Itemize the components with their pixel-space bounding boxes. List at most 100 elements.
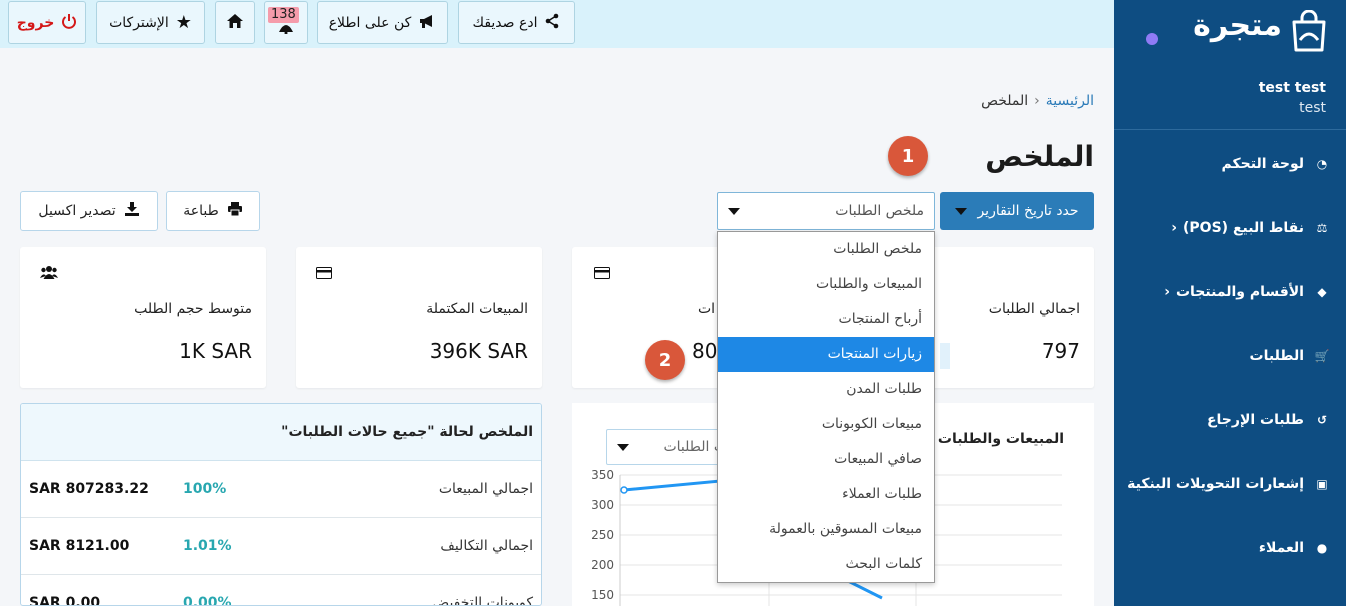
download-icon: [124, 202, 140, 220]
caret-down-icon: [617, 443, 629, 451]
dropdown-option[interactable]: زيارات المنتجات: [718, 337, 934, 372]
chart-y-tick-label: 250: [591, 528, 614, 542]
users-icon: [40, 265, 58, 283]
status-summary-table: الملخص لحالة "جميع حالات الطلبات" اجمالي…: [20, 403, 542, 606]
print-label: طباعة: [183, 203, 219, 219]
stat-card-avg-order: متوسط حجم الطلب 1K SAR: [20, 247, 266, 388]
stat-highlight: [940, 343, 950, 369]
sidebar-item-label: الطلبات: [1249, 348, 1304, 364]
export-label: تصدير اكسيل: [38, 203, 116, 219]
share-icon: [544, 13, 560, 33]
top-bar: ادع صديقك كن على اطلاع 138 ★ الإشتركات خ…: [0, 0, 1114, 48]
sidebar-item-2[interactable]: ◆ الأقسام والمنتجات ‹: [1114, 272, 1346, 312]
dropdown-option[interactable]: ملخص الطلبات: [718, 232, 934, 267]
export-excel-button[interactable]: تصدير اكسيل: [20, 191, 158, 231]
user-subtitle: test: [1299, 100, 1326, 116]
sidebar-item-label: نقاط البيع (POS): [1183, 220, 1304, 236]
chart-point: [620, 486, 628, 494]
dropdown-option[interactable]: مبيعات الكوبونات: [718, 407, 934, 442]
logout-label: خروج: [16, 14, 55, 31]
table-row: اجمالي المبيعات 100% SAR 807283.22: [21, 461, 541, 518]
stat-label: متوسط حجم الطلب: [134, 301, 252, 317]
subscriptions-label: الإشتركات: [109, 14, 169, 31]
home-icon: [226, 13, 244, 33]
bell-icon: [277, 22, 295, 38]
star-icon: ★: [175, 12, 192, 33]
cart-icon: 🛒: [1314, 349, 1330, 363]
dropdown-option[interactable]: كلمات البحث: [718, 547, 934, 582]
row-name: اجمالي التكاليف: [440, 538, 533, 554]
brand-name: متجرة: [1193, 8, 1282, 43]
dropdown-option[interactable]: صافي المبيعات: [718, 442, 934, 477]
report-type-dropdown: ملخص الطلبات المبيعات والطلبات أرباح المنت…: [717, 231, 935, 583]
table-row: كوبونات التخفيض 0.00% SAR 0.00: [21, 575, 541, 605]
step-marker-1: 1: [888, 136, 928, 176]
megaphone-icon: [418, 13, 436, 33]
shopping-bag-logo-icon: [1290, 9, 1328, 52]
dashboard-icon: ◔: [1316, 157, 1328, 171]
notifications-button[interactable]: 138: [264, 1, 308, 44]
stay-informed-label: كن على اطلاع: [328, 14, 412, 31]
power-icon: [61, 13, 77, 33]
chart-y-tick-label: 150: [591, 588, 614, 602]
credit-card-icon: [594, 267, 610, 283]
sidebar-item-1[interactable]: ⚖ نقاط البيع (POS) ‹: [1114, 208, 1346, 248]
sidebar-item-label: العملاء: [1258, 540, 1304, 556]
report-type-select[interactable]: ملخص الطلبات: [717, 192, 935, 230]
notifications-count-badge: 138: [268, 7, 299, 23]
step-marker-2: 2: [645, 340, 685, 380]
dropdown-option[interactable]: أرباح المنتجات: [718, 302, 934, 337]
row-percent: 1.01%: [183, 538, 232, 554]
user-name: test test: [1258, 80, 1326, 96]
chart-y-tick-label: 300: [591, 498, 614, 512]
stat-value: 80: [692, 339, 718, 363]
stat-label: اجمالي الطلبات: [988, 301, 1080, 317]
summary-title: الملخص لحالة "جميع حالات الطلبات": [21, 404, 541, 461]
dropdown-option[interactable]: طلبات المدن: [718, 372, 934, 407]
select-report-date-button[interactable]: حدد تاريخ التقارير: [940, 192, 1094, 230]
stat-label: المبيعات المكتملة: [426, 301, 528, 317]
sidebar-item-6[interactable]: ● العملاء: [1114, 528, 1346, 568]
logout-button[interactable]: خروج: [8, 1, 86, 44]
caret-down-icon: [728, 207, 740, 215]
stat-value: 396K SAR: [429, 339, 528, 363]
stat-value: 1K SAR: [179, 339, 252, 363]
sidebar-item-5[interactable]: ▣ إشعارات التحويلات البنكية: [1114, 464, 1346, 504]
breadcrumb-home-link[interactable]: الرئيسية: [1046, 93, 1094, 109]
subscriptions-button[interactable]: ★ الإشتركات: [96, 1, 205, 44]
caret-down-icon: [955, 207, 968, 215]
sidebar-item-4[interactable]: ↺ طلبات الإرجاع: [1114, 400, 1346, 440]
chart-title: المبيعات والطلبات: [937, 431, 1064, 447]
dropdown-option[interactable]: مبيعات المسوقين بالعمولة: [718, 512, 934, 547]
stay-informed-button[interactable]: كن على اطلاع: [317, 1, 448, 44]
print-button[interactable]: طباعة: [166, 191, 260, 231]
sidebar-item-label: طلبات الإرجاع: [1206, 412, 1304, 428]
table-row: اجمالي التكاليف 1.01% SAR 8121.00: [21, 518, 541, 575]
stat-value: 797: [1041, 339, 1080, 363]
row-amount: SAR 8121.00: [29, 538, 130, 554]
invite-friend-label: ادع صديقك: [472, 14, 538, 31]
brand-header: متجرة test test test: [1114, 0, 1346, 130]
sidebar-item-3[interactable]: 🛒 الطلبات: [1114, 336, 1346, 376]
dropdown-option[interactable]: المبيعات والطلبات: [718, 267, 934, 302]
date-button-label: حدد تاريخ التقارير: [977, 203, 1079, 219]
row-amount: SAR 807283.22: [29, 481, 149, 497]
breadcrumb-current: الملخص: [981, 93, 1029, 109]
breadcrumb: الرئيسية ‹ الملخص: [981, 93, 1094, 109]
chevron-left-icon: ‹: [1171, 220, 1178, 236]
undo-icon: ↺: [1316, 413, 1328, 427]
row-name: اجمالي المبيعات: [438, 481, 533, 497]
tag-icon: ◆: [1317, 285, 1327, 299]
dropdown-option[interactable]: طلبات العملاء: [718, 477, 934, 512]
report-type-selected-value: ملخص الطلبات: [835, 203, 924, 219]
printer-icon: [227, 202, 243, 220]
page-title: الملخص: [985, 140, 1094, 173]
credit-card-icon: [316, 267, 332, 283]
sidebar-item-0[interactable]: ◔ لوحة التحكم: [1114, 144, 1346, 184]
home-button[interactable]: [215, 1, 255, 44]
chevron-left-icon: ‹: [1164, 284, 1170, 300]
invite-friend-button[interactable]: ادع صديقك: [458, 1, 575, 44]
stat-label: ات: [698, 301, 716, 317]
sidebar-item-label: الأقسام والمنتجات: [1175, 284, 1304, 300]
chart-y-tick-label: 200: [591, 558, 614, 572]
